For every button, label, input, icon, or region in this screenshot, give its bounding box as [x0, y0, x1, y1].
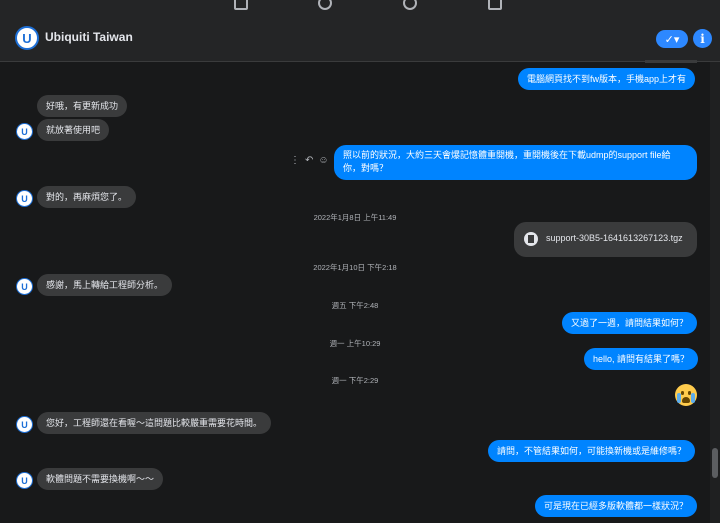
message-incoming[interactable]: 對的，再麻煩您了。 — [37, 186, 137, 208]
message-outgoing[interactable]: 電腦網頁找不到fw版本，手機app上才有 — [518, 68, 696, 90]
timestamp: 週一 下午2:29 — [331, 376, 379, 385]
chat-title[interactable]: Ubiquiti Taiwan — [45, 30, 133, 44]
more-icon[interactable]: ⋮ — [290, 155, 300, 166]
timestamp: 週五 下午2:48 — [331, 301, 379, 310]
previous-message-edge — [645, 60, 697, 63]
message-outgoing[interactable]: 請問，不管結果如何，可能換新機或是維修嗎？ — [488, 440, 696, 462]
message-outgoing[interactable]: hello, 請問有結果了嗎？ — [584, 348, 699, 370]
message-outgoing[interactable]: 照以前的狀況，大約三天會爆記憶體重開機，重開機後在下載udmp的support … — [334, 145, 697, 180]
message-incoming[interactable]: 就放著使用吧 — [37, 119, 110, 141]
contact-avatar[interactable]: U — [16, 416, 33, 433]
groups-icon[interactable] — [403, 0, 417, 10]
message-line: 你，對嗎？ — [343, 163, 389, 173]
crying-emoji-icon[interactable] — [675, 384, 697, 406]
message-incoming[interactable]: 軟體問題不需要換機啊～～ — [37, 468, 164, 490]
contact-avatar[interactable]: U — [16, 472, 33, 489]
file-name[interactable]: support-30B5-1641613267123.tgz — [546, 233, 683, 243]
info-icon: i — [700, 31, 705, 46]
message-incoming[interactable]: 好哦，有更新成功 — [37, 95, 128, 117]
check-icon: ✓▾ — [664, 33, 680, 46]
file-attachment[interactable]: support-30B5-1641613267123.tgz — [514, 222, 697, 257]
scrollbar-thumb[interactable] — [712, 448, 718, 478]
info-button[interactable]: i — [693, 29, 712, 48]
contact-avatar[interactable]: U — [16, 190, 33, 207]
scrollbar[interactable] — [710, 62, 720, 523]
people-icon[interactable] — [318, 0, 332, 10]
react-icon[interactable]: ☺ — [318, 155, 328, 166]
home-icon[interactable] — [234, 0, 248, 10]
top-nav — [0, 0, 720, 14]
file-icon — [524, 232, 538, 246]
gaming-icon[interactable] — [488, 0, 502, 10]
contact-avatar[interactable]: U — [16, 123, 33, 140]
message-outgoing[interactable]: 又過了一週，請問結果如何？ — [562, 312, 698, 334]
message-line: 照以前的狀況，大約三天會爆記憶體重開機，重開機後在下載udmp的support … — [343, 150, 671, 160]
message-incoming[interactable]: 您好，工程師還在看喔～這問題比較嚴重需要花時間。 — [37, 412, 272, 434]
chat-header: U Ubiquiti Taiwan ✓▾ i — [0, 14, 720, 62]
page-avatar[interactable]: U — [15, 26, 39, 50]
timestamp: 2022年1月10日 下午2:18 — [313, 263, 397, 272]
message-actions: ⋮ ↶ ☺ — [290, 155, 334, 166]
reply-icon[interactable]: ↶ — [305, 155, 313, 166]
message-outgoing[interactable]: 可是現在已經多版軟體都一樣狀況？ — [535, 495, 698, 517]
status-button[interactable]: ✓▾ — [656, 30, 688, 48]
message-incoming[interactable]: 感謝，馬上轉給工程師分析。 — [37, 274, 173, 296]
contact-avatar[interactable]: U — [16, 278, 33, 295]
